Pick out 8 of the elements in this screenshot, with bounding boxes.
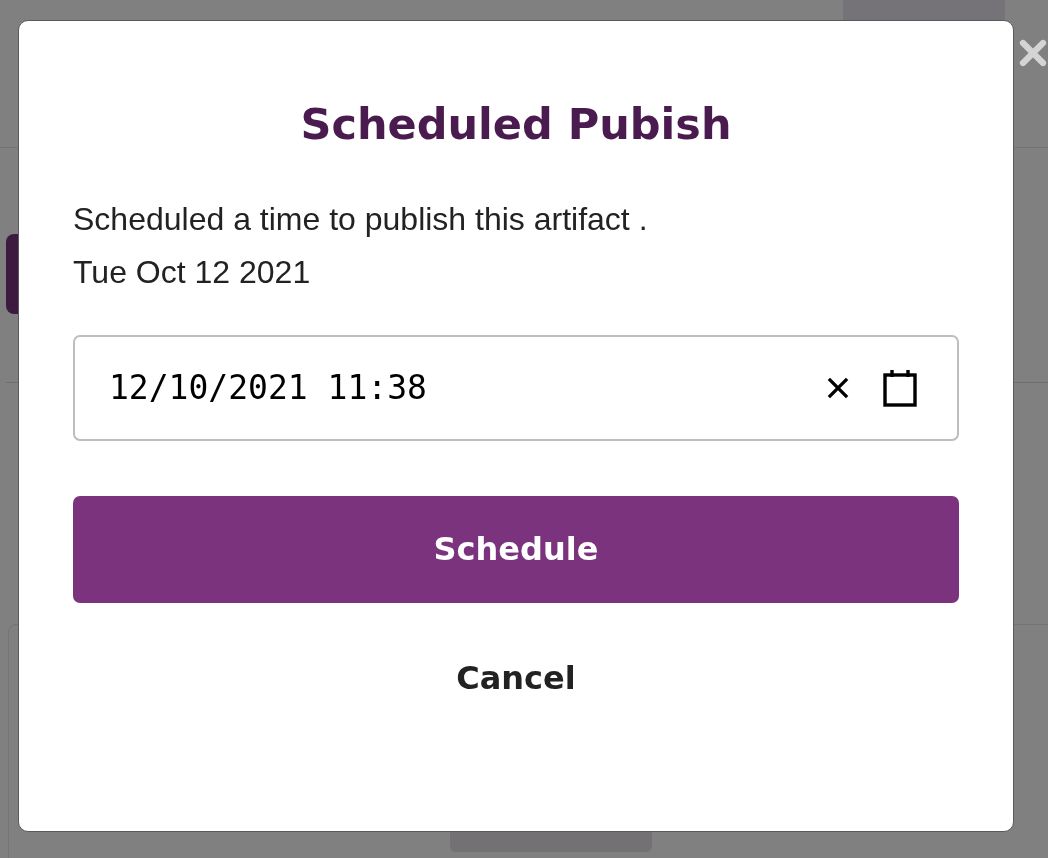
schedule-button[interactable]: Schedule xyxy=(73,495,959,603)
cancel-button[interactable]: Cancel xyxy=(440,650,592,705)
date-time-field[interactable]: 12/10/2021 11:38 xyxy=(73,334,959,441)
dialog-message: Tue Oct 12 2021 xyxy=(73,252,312,292)
close-icon[interactable] xyxy=(1018,38,1048,68)
dialog-message: Scheduled a time to publish this artifact . xyxy=(73,199,649,239)
dialog-title: Scheduled Pubish xyxy=(299,99,733,151)
calendar-icon[interactable] xyxy=(883,368,917,407)
